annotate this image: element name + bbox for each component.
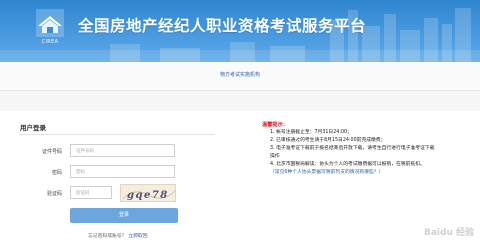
captcha-label: 验证码 [46,191,62,197]
sub-navigation: 物方考试实施机构 [0,62,480,91]
house-logo-icon [36,9,64,37]
captcha-image[interactable]: gqe78 [120,184,176,202]
forgot-prefix-text: 忘记密码或账号？ [88,234,127,239]
logo-text: CIREA [41,39,59,45]
faq-link[interactable]: （常见6种个人协头票据可税前列支的情况有哪些？） [270,169,460,177]
exam-institution-link[interactable]: 物方考试实施机构 [0,71,480,78]
notice-item: 2. 已审核通过的考生请于8月15日24:00前完成缴费； [270,138,386,143]
password-label: 密码 [51,170,62,176]
header-banner: CIREA 全国房地产经纪人职业资格考试服务平台 [0,0,480,62]
captcha-text: gqe78 [127,190,169,201]
notice-item: 3. 电子准考证下载前于报名结束后开放下载，请考生自行进行电子准考证下载 [270,146,435,151]
cirea-logo[interactable]: CIREA [35,8,65,48]
id-number-input[interactable]: 证件号码 [70,144,175,157]
login-button[interactable]: 登录 [70,208,178,223]
site-title: 全国房地产经纪人职业资格考试服务平台 [78,17,367,35]
notice-item: 4. 北京市国税局解读：协头为个人的考试缴费据可以报销，在税前抵扣。 [270,162,425,167]
password-input[interactable]: 密码 [70,165,175,178]
notice-list: 1. 帐号注册截止至：7月31日24:00； 2. 已审核通过的考生请于8月15… [270,129,460,177]
retrieve-now-link[interactable]: 立即取回 [128,234,147,239]
captcha-input[interactable]: 验证码 [70,186,112,199]
baidu-watermark: Baidu 经验 [423,228,474,238]
login-panel-title: 用户登录 [20,124,46,132]
notice-item: 操作 [270,154,280,159]
login-divider [20,134,215,135]
divider-band [0,91,480,111]
notice-title: 温馨提示： [262,122,288,128]
notice-item: 1. 帐号注册截止至：7月31日24:00； [270,130,352,135]
forgot-credentials-row: 忘记密码或账号？ 立即取回 [88,232,148,239]
id-number-label: 证件号码 [41,149,62,155]
